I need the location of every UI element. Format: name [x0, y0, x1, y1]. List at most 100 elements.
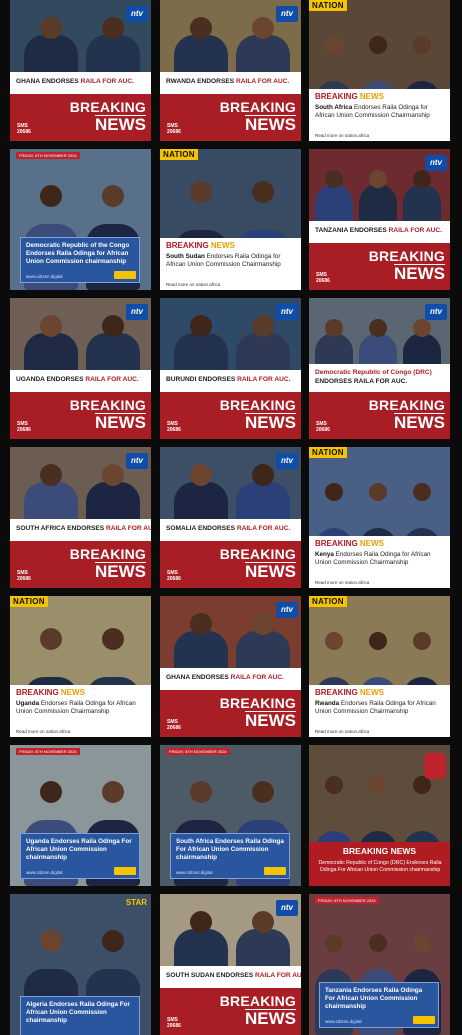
breaking-word: BREAKING — [368, 248, 445, 264]
headline-text: Rwanda Endorses Raila Odinga for African… — [315, 700, 445, 716]
ntv-logo: ntv — [276, 900, 298, 916]
news-tile[interactable]: ntv Democratic Republic of Congo (DRC) END… — [309, 298, 450, 439]
person-head — [325, 319, 343, 338]
person-head — [190, 180, 212, 203]
person-head — [40, 315, 62, 338]
news-tile[interactable]: FRIDAY, 8TH NOVEMBER 2024 Uganda Endorses… — [10, 745, 151, 886]
headline-text: Democratic Republic of Congo (DRC) Endor… — [318, 860, 442, 873]
breaking-word: BREAKING — [219, 99, 296, 115]
person-head — [40, 930, 62, 952]
news-tile[interactable]: BREAKING NEWS Democratic Republic of Cong… — [309, 745, 450, 886]
website-label: www.citizen.digital — [176, 870, 213, 875]
news-tile[interactable]: ntv BURUNDI ENDORSES RAILA FOR AUC. BREAKI… — [160, 298, 301, 439]
headline-prefix: SOMALIA ENDORSES — [166, 525, 237, 532]
sms-code: SMS 20686 — [316, 421, 330, 433]
headline-prefix: GHANA ENDORSES — [166, 674, 231, 681]
nation-logo: NATION — [160, 149, 198, 160]
nation-caption: BREAKING NEWS South Sudan Endorses Raila … — [160, 238, 301, 290]
news-word: NEWS — [394, 264, 445, 283]
read-more-link[interactable]: Read more on nation.africa — [315, 729, 369, 734]
person-head — [413, 319, 431, 338]
person-head — [413, 934, 431, 952]
breaking-news-label: BREAKING NEWS — [70, 547, 146, 580]
headline-prefix: TANZANIA ENDORSES — [315, 227, 389, 234]
breaking-news-label: BREAKING NEWS — [16, 688, 85, 697]
news-tile[interactable]: FRIDAY, 8TH NOVEMBER 2024 Tanzania Endors… — [309, 894, 450, 1035]
news-word: NEWS — [245, 413, 296, 432]
person-head — [252, 464, 274, 487]
breaking-news-panel: BREAKING NEWS SMS 20686 — [309, 243, 450, 290]
news-tile[interactable]: ntv SOUTH AFRICA ENDORSES RAILA FOR AUC. B… — [10, 447, 151, 588]
headline-text: South Sudan Endorses Raila Odinga for Af… — [166, 253, 296, 269]
headline-text: Tanzania Endorses Raila Odinga For Afric… — [325, 987, 423, 1010]
news-word: NEWS — [245, 115, 296, 134]
news-tile[interactable]: NATION BREAKING NEWS South Africa Endorses… — [309, 0, 450, 141]
headline-box: South Africa Endorses Raila Odinga For A… — [170, 833, 290, 879]
website-label: www.citizen.digital — [325, 1019, 362, 1024]
person-head — [325, 35, 343, 54]
person-head — [40, 627, 62, 650]
news-tile[interactable]: ntv SOUTH SUDAN ENDORSES RAILA FOR AUC. BR… — [160, 894, 301, 1035]
headline-highlight: RAILA FOR AUC. — [85, 376, 139, 383]
breaking-news-label: BREAKING NEWS — [369, 249, 445, 282]
sms-code: SMS 20686 — [316, 272, 330, 284]
person-head — [325, 631, 343, 650]
nation-logo: NATION — [309, 0, 347, 11]
person-head — [102, 464, 124, 487]
headline-bar: BURUNDI ENDORSES RAILA FOR AUC. — [160, 370, 301, 392]
read-more-link[interactable]: Read more on nation.africa — [315, 580, 369, 585]
read-more-link[interactable]: Read more on nation.africa — [16, 729, 70, 734]
date-tag: FRIDAY, 8TH NOVEMBER 2024 — [16, 748, 80, 755]
news-tile[interactable]: ntv GHANA ENDORSES RAILA FOR AUC. BREAKING… — [160, 596, 301, 737]
news-tile[interactable]: ntv RWANDA ENDORSES RAILA FOR AUC. BREAKIN… — [160, 0, 301, 141]
person-head — [102, 185, 124, 207]
sms-code: SMS 20686 — [17, 123, 31, 135]
news-tile[interactable]: NATION BREAKING NEWS Uganda Endorses Raila… — [10, 596, 151, 737]
news-tile[interactable]: FRIDAY, 8TH NOVEMBER 2024 Democratic Repu… — [10, 149, 151, 290]
news-tile[interactable]: FRIDAY, 8TH NOVEMBER 2024 South Africa En… — [160, 745, 301, 886]
sms-code: SMS 20686 — [167, 719, 181, 731]
breaking-news-panel: BREAKING NEWS SMS 20686 — [160, 988, 301, 1035]
headline-highlight: RAILA FOR AUC. — [235, 78, 290, 85]
country-name: Uganda — [16, 700, 40, 707]
news-tile[interactable]: NATION BREAKING NEWS Rwanda Endorses Raila… — [309, 596, 450, 737]
news-word: NEWS — [394, 413, 445, 432]
sms-number: 20686 — [17, 427, 31, 433]
news-tile[interactable]: ntv GHANA ENDORSES RAILA FOR AUC. BREAKING… — [10, 0, 151, 141]
sms-code: SMS 20686 — [167, 421, 181, 433]
person-head — [369, 170, 387, 189]
sms-code: SMS 20686 — [167, 123, 181, 135]
breaking-news-label: BREAKING NEWS — [315, 92, 384, 101]
headline-text: South Africa Endorses Raila Odinga For A… — [176, 838, 284, 861]
news-tile[interactable]: ntv SOMALIA ENDORSES RAILA FOR AUC. BREAKI… — [160, 447, 301, 588]
news-tile[interactable]: ntv UGANDA ENDORSES RAILA FOR AUC. BREAKIN… — [10, 298, 151, 439]
headline-text: South Africa Endorses Raila Odinga for A… — [315, 104, 445, 120]
citizen-logo — [264, 867, 286, 875]
breaking-news-label: BREAKING NEWS — [220, 547, 296, 580]
news-tile[interactable]: STAR Algeria Endorses Raila Odinga For Af… — [10, 894, 151, 1035]
headline-bar: Democratic Republic of Congo (DRC) ENDORS… — [309, 364, 450, 392]
breaking-news-label: BREAKING NEWS — [220, 100, 296, 133]
headline-bar: SOUTH SUDAN ENDORSES RAILA FOR AUC. — [160, 966, 301, 988]
headline-prefix: SOUTH SUDAN ENDORSES — [166, 972, 256, 979]
country-name: Kenya — [315, 551, 334, 558]
news-tile[interactable]: NATION BREAKING NEWS Kenya Endorses Raila … — [309, 447, 450, 588]
news-word: NEWS — [95, 115, 146, 134]
website-label: www.citizen.digital — [26, 274, 63, 279]
country-name: Rwanda — [315, 700, 340, 707]
headline-highlight: RAILA FOR AUC. — [237, 376, 291, 383]
news-word: NEWS — [210, 241, 235, 250]
headline-prefix: Democratic Republic of Congo (DRC) — [315, 369, 432, 376]
news-tile[interactable]: ntv TANZANIA ENDORSES RAILA FOR AUC. BREAK… — [309, 149, 450, 290]
breaking-news-label: BREAKING NEWS — [220, 696, 296, 729]
person-head — [40, 17, 62, 40]
news-tile[interactable]: NATION BREAKING NEWS South Sudan Endorses … — [160, 149, 301, 290]
read-more-link[interactable]: Read more on nation.africa — [166, 282, 220, 287]
ntv-logo: ntv — [126, 6, 148, 22]
person-head — [190, 613, 212, 636]
headline-text: Democratic Republic of the Congo Endorse… — [26, 242, 130, 265]
headline-text: Kenya Endorses Raila Odinga for African … — [315, 551, 445, 567]
headline-highlight: RAILA FOR AUC. — [80, 78, 134, 85]
read-more-link[interactable]: Read more on nation.africa — [315, 133, 369, 138]
breaking-news-label: BREAKING NEWS — [369, 398, 445, 431]
